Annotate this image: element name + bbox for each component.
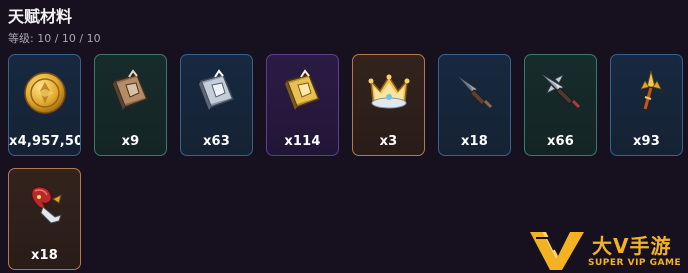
gold-talent-book-icon	[284, 69, 320, 110]
item-quantity: x93	[632, 134, 661, 149]
item-quantity: x63	[202, 134, 231, 149]
material-card-silver-spearhead[interactable]: x66	[524, 54, 597, 156]
gold-spearhead-icon	[639, 70, 662, 111]
material-card-gold-book[interactable]: x114	[266, 54, 339, 156]
material-card-gold-spearhead[interactable]: x93	[610, 54, 683, 156]
material-card-silver-book[interactable]: x63	[180, 54, 253, 156]
material-card-bronze-book[interactable]: x9	[94, 54, 167, 156]
item-quantity: x66	[546, 134, 575, 149]
silver-talent-book-icon	[198, 69, 234, 110]
item-quantity: x4,957,500	[9, 134, 80, 149]
talent-level-text: 等级: 10 / 10 / 10	[8, 32, 101, 45]
silver-spearhead-icon	[542, 74, 580, 109]
material-card-mora[interactable]: x4,957,500	[8, 54, 81, 156]
item-quantity: x114	[284, 134, 321, 149]
gold-coin-icon	[23, 72, 66, 114]
boss-drop-claw-icon	[30, 186, 62, 224]
material-card-bronze-spearhead[interactable]: x18	[438, 54, 511, 156]
vip-logo-icon	[530, 232, 584, 270]
bronze-talent-book-icon	[112, 69, 148, 110]
material-card-boss-drop[interactable]: x18	[8, 168, 81, 270]
item-quantity: x9	[121, 134, 140, 149]
material-card-crown[interactable]: x3	[352, 54, 425, 156]
watermark-logo: 大V手游 SUPER VIP GAME	[528, 228, 684, 272]
item-quantity: x18	[460, 134, 489, 149]
brand-name-cn: 大V手游	[592, 234, 672, 258]
item-quantity: x18	[30, 248, 59, 263]
bronze-spearhead-icon	[458, 76, 492, 109]
crown-icon	[368, 74, 409, 109]
item-quantity: x3	[379, 134, 398, 149]
brand-name-en: SUPER VIP GAME	[588, 258, 682, 268]
section-title: 天赋材料	[8, 7, 73, 26]
